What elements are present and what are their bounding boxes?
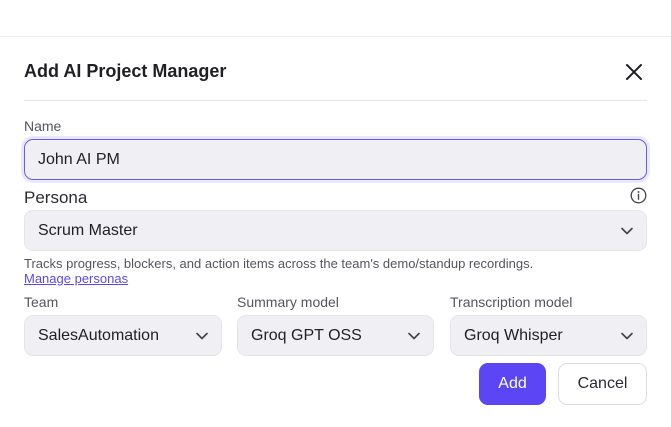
persona-description: Tracks progress, blockers, and action it… bbox=[24, 256, 534, 271]
cancel-button[interactable]: Cancel bbox=[558, 363, 647, 405]
info-icon[interactable] bbox=[630, 187, 647, 204]
close-icon bbox=[626, 64, 642, 80]
summary-model-selected-value: Groq GPT OSS bbox=[251, 326, 362, 344]
header-divider bbox=[24, 100, 647, 101]
persona-label: Persona bbox=[24, 188, 88, 207]
name-input[interactable] bbox=[38, 150, 646, 169]
team-selected-value: SalesAutomation bbox=[38, 326, 159, 344]
chevron-down-icon bbox=[408, 332, 420, 340]
manage-personas-link[interactable]: Manage personas bbox=[24, 271, 128, 286]
chevron-down-icon bbox=[196, 332, 208, 340]
chevron-down-icon bbox=[621, 332, 633, 340]
close-button[interactable] bbox=[620, 58, 648, 86]
transcription-model-selected-value: Groq Whisper bbox=[464, 326, 563, 344]
summary-model-select[interactable]: Groq GPT OSS bbox=[237, 315, 434, 356]
name-field[interactable] bbox=[24, 139, 647, 180]
transcription-model-label: Transcription model bbox=[450, 294, 573, 310]
add-button[interactable]: Add bbox=[479, 363, 546, 405]
team-label: Team bbox=[24, 294, 59, 310]
transcription-model-select[interactable]: Groq Whisper bbox=[450, 315, 647, 356]
persona-selected-value: Scrum Master bbox=[38, 221, 138, 239]
team-select[interactable]: SalesAutomation bbox=[24, 315, 222, 356]
chevron-down-icon bbox=[621, 227, 633, 235]
summary-model-label: Summary model bbox=[237, 294, 339, 310]
persona-select[interactable]: Scrum Master bbox=[24, 210, 647, 251]
name-label: Name bbox=[24, 118, 62, 134]
dialog-title: Add AI Project Manager bbox=[24, 61, 227, 81]
